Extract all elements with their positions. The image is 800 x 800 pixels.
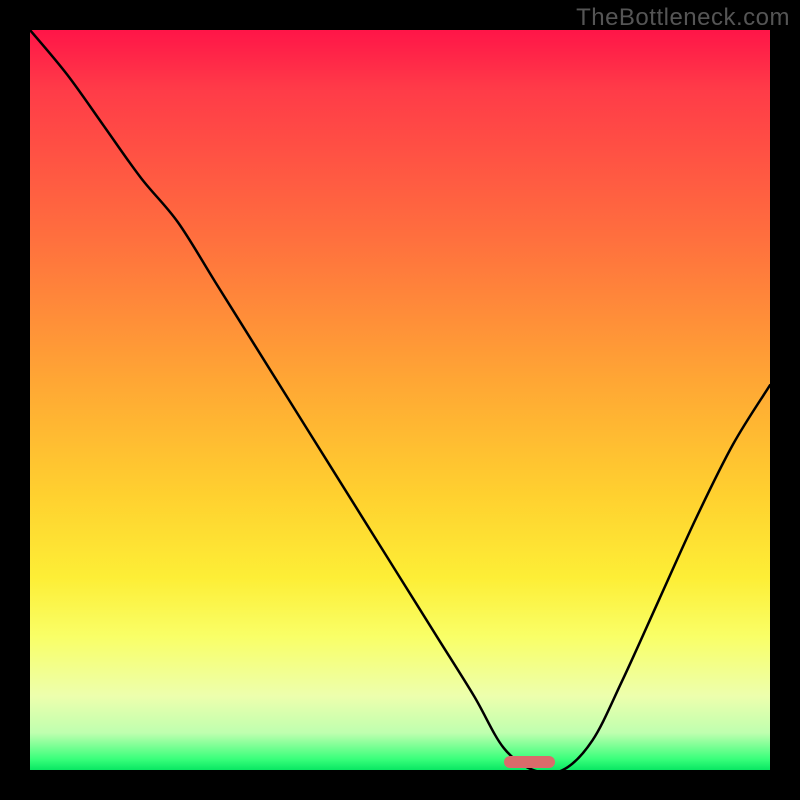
bottleneck-curve bbox=[30, 30, 770, 770]
watermark-text: TheBottleneck.com bbox=[576, 4, 790, 32]
optimum-marker bbox=[504, 756, 556, 768]
chart-frame: TheBottleneck.com bbox=[0, 0, 800, 800]
curve-path bbox=[30, 30, 770, 770]
plot-area bbox=[30, 30, 770, 770]
